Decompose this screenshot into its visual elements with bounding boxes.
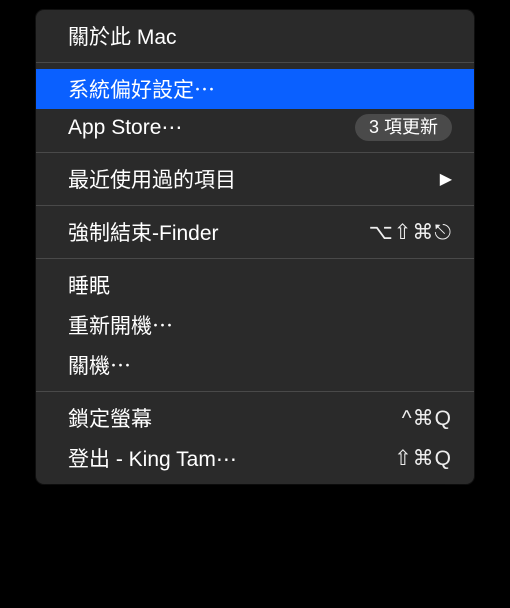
menu-item-trailing: 3 項更新 <box>355 114 452 141</box>
menu-item-trailing: ⇧⌘Q <box>394 446 452 471</box>
menu-item-label: 強制結束-Finder <box>68 217 219 247</box>
menu-item-lock-screen[interactable]: 鎖定螢幕 ^⌘Q <box>36 398 474 438</box>
keyboard-shortcut: ⇧⌘Q <box>394 446 452 471</box>
keyboard-shortcut: ⌥⇧⌘⎋ <box>369 220 452 245</box>
menu-item-sleep[interactable]: 睡眠 <box>36 265 474 305</box>
menu-item-trailing: ^⌘Q <box>402 406 452 431</box>
menu-item-system-preferences[interactable]: 系統偏好設定⋯ <box>36 69 474 109</box>
menu-item-label: 重新開機⋯ <box>68 310 173 340</box>
menu-item-shutdown[interactable]: 關機⋯ <box>36 345 474 385</box>
menu-item-trailing: ⌥⇧⌘⎋ <box>369 220 452 245</box>
menu-item-label: 系統偏好設定⋯ <box>68 74 215 104</box>
menu-item-force-quit[interactable]: 強制結束-Finder ⌥⇧⌘⎋ <box>36 212 474 252</box>
menu-item-trailing: ▶ <box>440 169 452 189</box>
menu-item-label: 登出 - King Tam⋯ <box>68 443 237 473</box>
menu-item-label: 鎖定螢幕 <box>68 403 152 433</box>
menu-item-about-mac[interactable]: 關於此 Mac <box>36 16 474 56</box>
menu-item-label: App Store⋯ <box>68 115 182 140</box>
menu-item-restart[interactable]: 重新開機⋯ <box>36 305 474 345</box>
separator <box>36 258 474 259</box>
submenu-arrow-icon: ▶ <box>440 169 452 189</box>
menu-item-recent-items[interactable]: 最近使用過的項目 ▶ <box>36 159 474 199</box>
menu-item-label: 睡眠 <box>68 270 110 300</box>
keyboard-shortcut: ^⌘Q <box>402 406 452 431</box>
menu-item-label: 關機⋯ <box>68 350 131 380</box>
apple-menu: 關於此 Mac 系統偏好設定⋯ App Store⋯ 3 項更新 最近使用過的項… <box>36 10 474 484</box>
separator <box>36 152 474 153</box>
separator <box>36 205 474 206</box>
menu-item-app-store[interactable]: App Store⋯ 3 項更新 <box>36 109 474 146</box>
menu-item-logout[interactable]: 登出 - King Tam⋯ ⇧⌘Q <box>36 438 474 478</box>
separator <box>36 62 474 63</box>
update-badge: 3 項更新 <box>355 114 452 141</box>
menu-item-label: 關於此 Mac <box>68 21 177 51</box>
menu-item-label: 最近使用過的項目 <box>68 164 236 194</box>
separator <box>36 391 474 392</box>
